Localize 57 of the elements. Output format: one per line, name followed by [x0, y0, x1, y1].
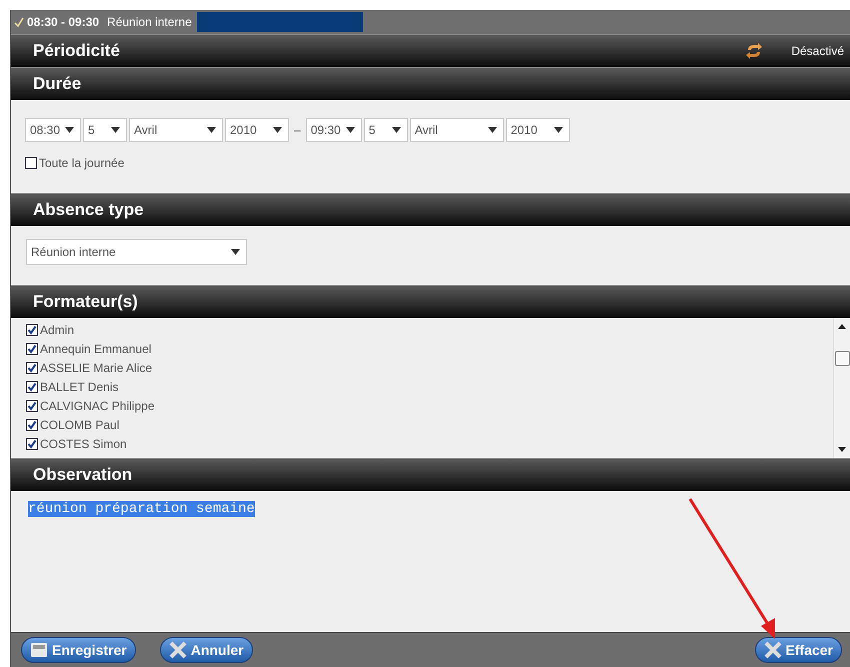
section-title: Formateur(s): [33, 291, 138, 314]
save-button[interactable]: Enregistrer: [21, 637, 136, 663]
dropdown[interactable]: Avril: [129, 118, 223, 142]
trainer-name: CALVIGNAC Philippe: [40, 398, 154, 414]
scroll-up-arrow-icon[interactable]: [838, 324, 846, 329]
sync-icon[interactable]: [745, 42, 764, 60]
caret-icon: [392, 127, 401, 133]
checkbox[interactable]: [26, 418, 38, 430]
caret-icon: [273, 127, 282, 133]
dropdown[interactable]: Avril: [410, 118, 504, 142]
scrollbar[interactable]: [833, 318, 850, 458]
trainer-name: ASSELIE Marie Alice: [40, 360, 152, 376]
cross-icon: [764, 641, 782, 659]
event-subject: Réunion interne: [107, 14, 192, 31]
scroll-down-arrow-icon[interactable]: [838, 447, 846, 452]
caret-icon: [346, 127, 355, 133]
dropdown[interactable]: 5: [364, 118, 408, 142]
observation-field[interactable]: réunion préparation semaine: [11, 491, 850, 632]
selected-text: réunion préparation semaine: [28, 501, 255, 517]
scrollbar-thumb[interactable]: [834, 350, 850, 366]
checkbox[interactable]: [26, 324, 38, 336]
trainer-name: Annequin Emmanuel: [40, 340, 152, 358]
periodicity-status: Désactivé: [791, 43, 844, 60]
checkbox[interactable]: [26, 438, 38, 450]
checkbox[interactable]: [26, 362, 38, 374]
floppy-icon: [30, 641, 48, 659]
caret-icon: [231, 249, 240, 255]
check-icon: [14, 17, 24, 27]
trainer-name: Admin: [40, 322, 74, 338]
delete-button[interactable]: Effacer: [754, 637, 842, 663]
trainer-name: COSTES Simon: [40, 436, 127, 452]
dropdown[interactable]: 2010: [506, 118, 570, 142]
range-separator: –: [294, 122, 301, 139]
dropdown[interactable]: 09:30: [306, 118, 362, 142]
dropdown[interactable]: 08:30: [25, 118, 81, 142]
section-title: Observation: [33, 464, 132, 486]
caret-icon: [488, 127, 497, 133]
cross-icon: [168, 641, 187, 659]
checkbox-label: Toute la journée: [39, 155, 124, 172]
trainer-name: BALLET Denis: [40, 378, 118, 396]
trainer-name: COLOMB Paul: [40, 416, 120, 434]
checkbox[interactable]: [25, 157, 37, 169]
caret-icon: [65, 127, 74, 133]
section-title: Périodicité: [33, 40, 120, 62]
caret-icon: [111, 127, 120, 133]
cancel-button[interactable]: Annuler: [160, 637, 253, 663]
section-title: Durée: [33, 73, 82, 96]
caret-icon: [554, 127, 563, 133]
dropdown[interactable]: 5: [83, 118, 127, 142]
dropdown[interactable]: 2010: [225, 118, 289, 142]
checkbox[interactable]: [26, 400, 38, 412]
section-title: Absence type: [33, 199, 144, 222]
dropdown[interactable]: Réunion interne: [26, 239, 247, 265]
checkbox[interactable]: [26, 342, 38, 354]
checkbox[interactable]: [26, 380, 38, 392]
caret-icon: [207, 127, 216, 133]
event-time: 08:30 - 09:30: [27, 14, 100, 31]
